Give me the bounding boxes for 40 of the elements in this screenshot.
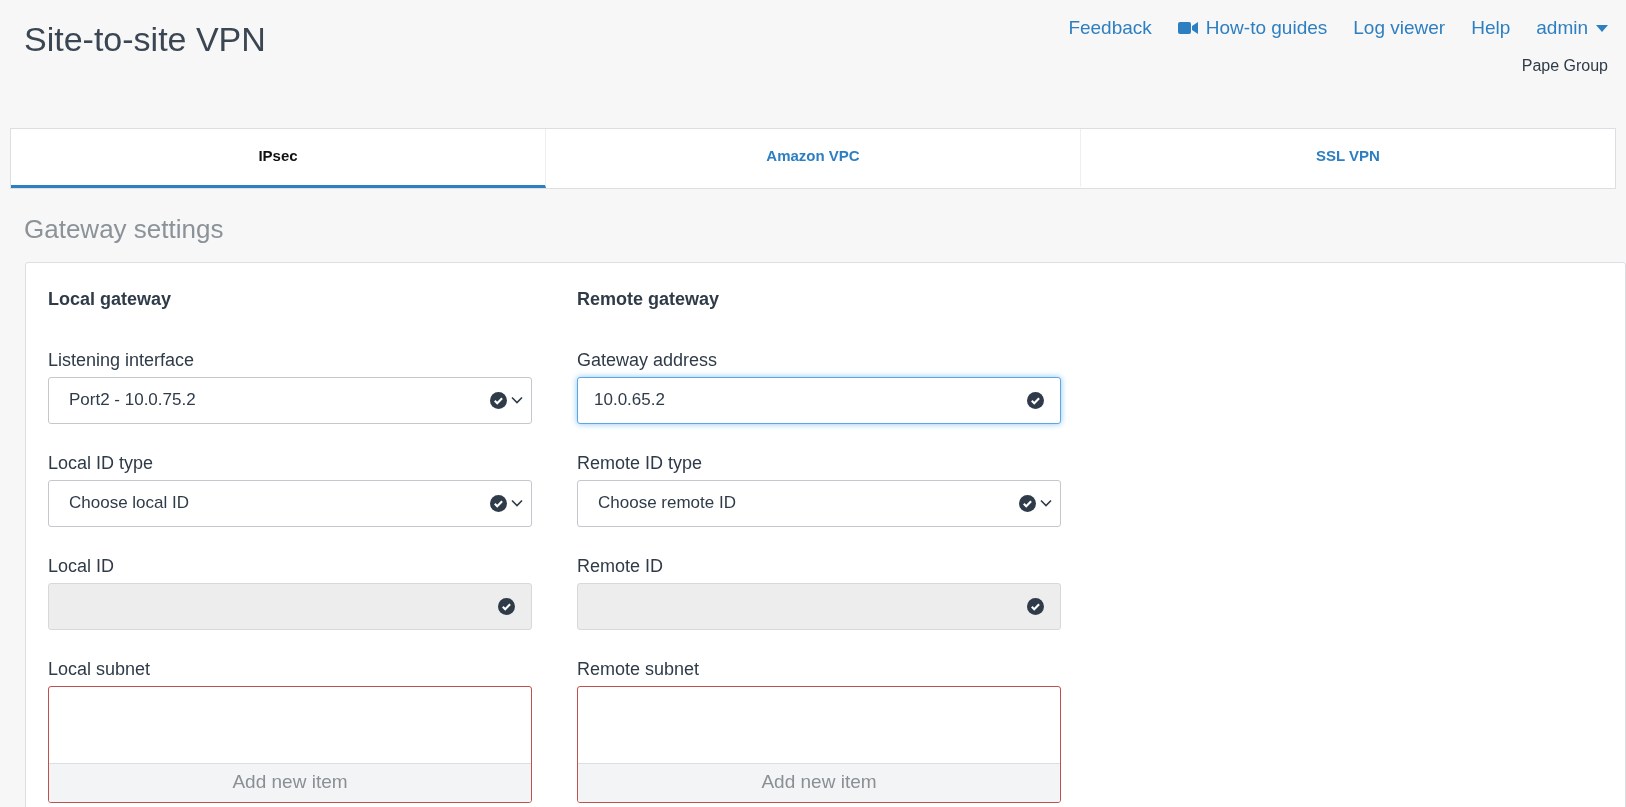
field-label: Local ID type xyxy=(48,451,154,475)
header-link[interactable]: Help xyxy=(1471,14,1511,43)
check-icon xyxy=(490,391,507,409)
list-box[interactable]: Add new item xyxy=(577,685,1061,803)
field-label: Local ID xyxy=(48,554,115,578)
field-label: Local subnet xyxy=(48,657,151,681)
add-item-button[interactable]: Add new item xyxy=(49,762,531,802)
select-field[interactable]: Choose local ID xyxy=(48,479,532,527)
field-label: Remote ID xyxy=(577,554,664,578)
caret-icon xyxy=(511,499,523,507)
organization-name: Pape Group xyxy=(1521,55,1608,76)
field-label: Gateway address xyxy=(577,348,718,372)
check-icon xyxy=(1019,494,1036,512)
tab[interactable]: Amazon VPC xyxy=(546,128,1081,188)
field-label: Remote ID type xyxy=(577,451,703,475)
check-icon xyxy=(490,494,507,512)
column-heading: Local gateway xyxy=(48,287,172,311)
column-heading: Remote gateway xyxy=(577,287,720,311)
check-icon xyxy=(1027,391,1044,409)
select-field[interactable]: Port2 - 10.0.75.2 xyxy=(48,376,532,424)
page-title: Site-to-site VPN xyxy=(24,19,266,60)
caret-icon xyxy=(511,396,523,404)
header-link[interactable]: Feedback xyxy=(1068,14,1152,43)
caret-icon xyxy=(1596,24,1608,32)
add-item-button[interactable]: Add new item xyxy=(578,762,1060,802)
video-camera-icon xyxy=(1177,21,1198,36)
check-icon xyxy=(498,597,515,615)
guides-link[interactable]: How-to guides xyxy=(1177,14,1328,43)
caret-icon xyxy=(1040,499,1052,507)
list-box[interactable]: Add new item xyxy=(48,685,532,803)
section-title: Gateway settings xyxy=(24,212,225,245)
check-icon xyxy=(1027,597,1044,615)
tab[interactable]: SSL VPN xyxy=(1081,128,1615,188)
select-field[interactable]: Choose remote ID xyxy=(577,479,1061,527)
user-menu[interactable]: admin xyxy=(1536,14,1608,43)
field-label: Remote subnet xyxy=(577,657,700,681)
header-link[interactable]: Log viewer xyxy=(1353,14,1446,43)
input-field[interactable]: 10.0.65.2 xyxy=(577,376,1061,424)
field-label: Listening interface xyxy=(48,348,195,372)
tab[interactable]: IPsec xyxy=(11,128,546,188)
